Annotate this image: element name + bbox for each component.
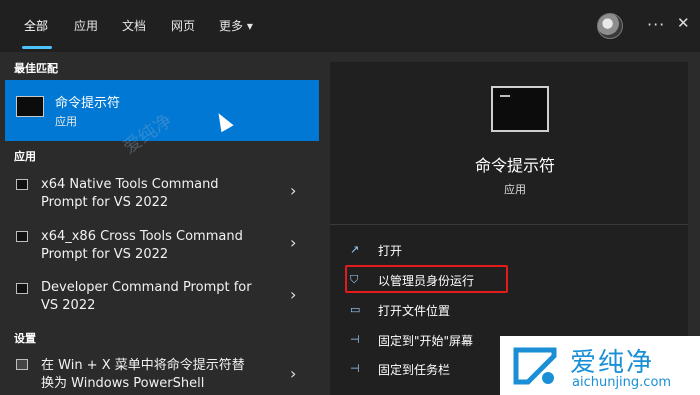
command-prompt-icon: [16, 283, 28, 294]
details-title: 命令提示符: [474, 156, 555, 175]
best-match-subtitle: 应用: [55, 115, 77, 128]
action-label: 打开: [378, 244, 403, 258]
pin-icon: ⊣: [350, 362, 360, 375]
command-prompt-icon: [16, 96, 44, 117]
chevron-right-icon[interactable]: ›: [290, 181, 296, 200]
list-item[interactable]: Developer Command Prompt for VS 2022 ›: [0, 274, 330, 324]
chevron-down-icon: ▾: [246, 19, 253, 33]
search-top-bar: 全部 应用 文档 网页 更多 ▾ ··· ✕: [0, 0, 700, 52]
list-item[interactable]: x64 Native Tools Command Prompt for VS 2…: [0, 170, 330, 220]
logo-url-text: aichunjing.com: [572, 375, 672, 390]
action-label: 固定到"开始"屏幕: [378, 334, 474, 348]
close-icon[interactable]: ✕: [677, 14, 690, 32]
best-match-header: 最佳匹配: [14, 62, 58, 75]
active-tab-indicator: [22, 46, 52, 49]
chevron-right-icon[interactable]: ›: [290, 364, 296, 383]
logo-mark-icon: [513, 347, 557, 385]
app-item-label: Developer Command Prompt for VS 2022: [41, 280, 252, 313]
list-item[interactable]: 在 Win + X 菜单中将命令提示符替 换为 Windows PowerShe…: [0, 350, 330, 395]
tab-more-label: 更多: [219, 19, 244, 33]
details-subtitle: 应用: [504, 183, 526, 196]
list-item[interactable]: x64_x86 Cross Tools Command Prompt for V…: [0, 222, 330, 272]
best-match-title: 命令提示符: [55, 96, 121, 111]
app-item-label: x64 Native Tools Command Prompt for VS 2…: [41, 177, 219, 210]
folder-icon: ▭: [350, 303, 361, 316]
tab-more[interactable]: 更多 ▾: [219, 17, 253, 34]
tab-web[interactable]: 网页: [171, 17, 195, 34]
action-label: 固定到任务栏: [378, 363, 451, 377]
app-item-label: x64_x86 Cross Tools Command Prompt for V…: [41, 229, 243, 262]
chevron-right-icon[interactable]: ›: [290, 285, 296, 304]
divider: [330, 224, 688, 225]
settings-header: 设置: [14, 332, 36, 345]
pin-icon: ⊣: [350, 333, 360, 346]
logo-chinese-text: 爱纯净: [570, 348, 655, 378]
avatar[interactable]: [597, 13, 623, 39]
apps-header: 应用: [14, 150, 36, 163]
command-prompt-icon: [16, 231, 28, 242]
command-prompt-icon: [16, 179, 28, 190]
open-icon: ↗: [350, 243, 360, 256]
settings-icon: [16, 359, 28, 370]
tab-documents[interactable]: 文档: [122, 17, 146, 34]
chevron-right-icon[interactable]: ›: [290, 233, 296, 252]
action-label: 打开文件位置: [378, 304, 451, 318]
more-options-icon[interactable]: ···: [647, 15, 665, 34]
tab-all[interactable]: 全部: [24, 17, 48, 34]
highlight-box: [345, 265, 508, 293]
command-prompt-large-icon: [491, 86, 549, 132]
tab-apps[interactable]: 应用: [74, 17, 98, 34]
settings-item-label: 在 Win + X 菜单中将命令提示符替 换为 Windows PowerShe…: [41, 358, 245, 391]
site-logo: 爱纯净 aichunjing.com: [500, 336, 700, 395]
